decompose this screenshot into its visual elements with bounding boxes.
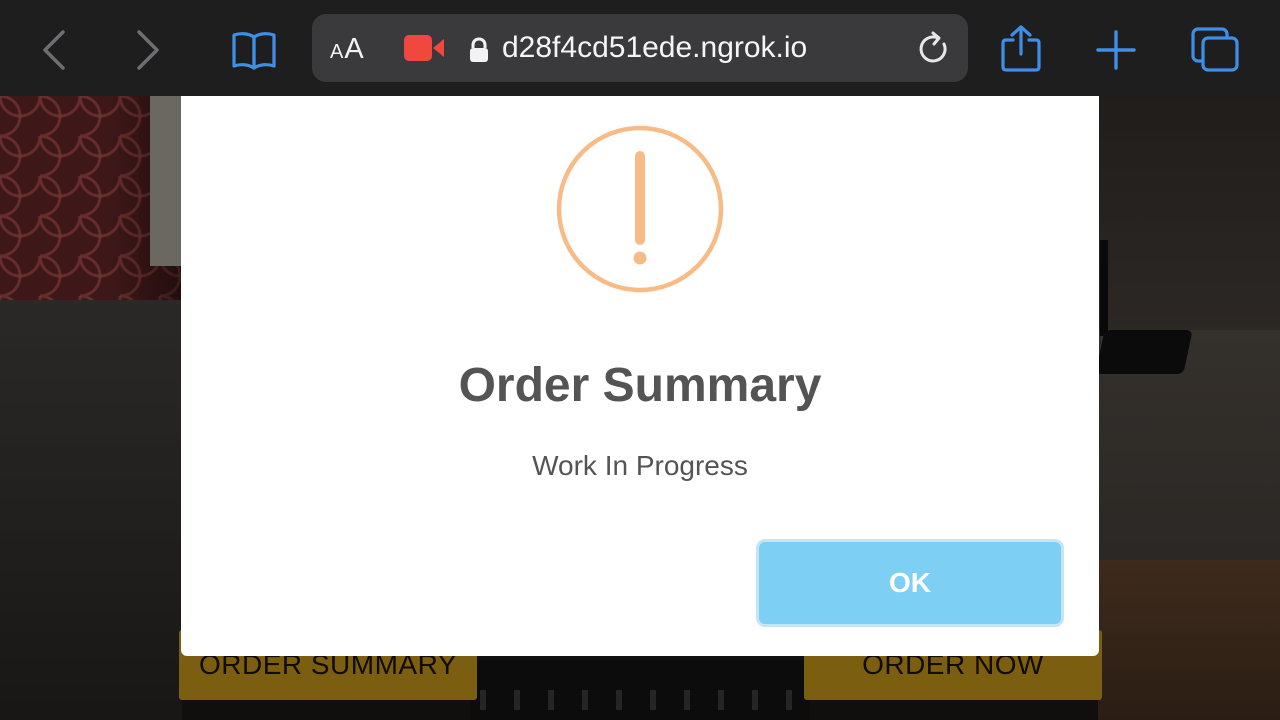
alert-dialog: Order Summary Work In Progress OK [181, 96, 1099, 656]
dialog-message: Work In Progress [532, 450, 748, 481]
address-bar[interactable]: A A d28f4cd51ede.ngrok.io [312, 14, 968, 82]
reload-icon[interactable] [916, 30, 952, 73]
dialog-title: Order Summary [458, 359, 822, 412]
browser-toolbar: A A d28f4cd51ede.ngrok.io [0, 0, 1280, 96]
forward-icon[interactable] [124, 26, 172, 74]
tabs-icon[interactable] [1190, 26, 1242, 79]
lock-icon [468, 37, 490, 68]
text-size-large-label: A [344, 33, 364, 65]
recording-icon[interactable] [404, 35, 446, 66]
back-icon[interactable] [30, 26, 78, 74]
plus-icon[interactable] [1094, 28, 1138, 77]
text-size-button[interactable]: A A [330, 14, 364, 82]
share-icon[interactable] [1000, 24, 1042, 77]
book-icon[interactable] [230, 26, 278, 74]
ok-button[interactable]: OK [759, 542, 1061, 624]
warning-icon [555, 124, 725, 294]
text-size-small-label: A [330, 41, 344, 63]
url-text[interactable]: d28f4cd51ede.ngrok.io [502, 14, 807, 82]
